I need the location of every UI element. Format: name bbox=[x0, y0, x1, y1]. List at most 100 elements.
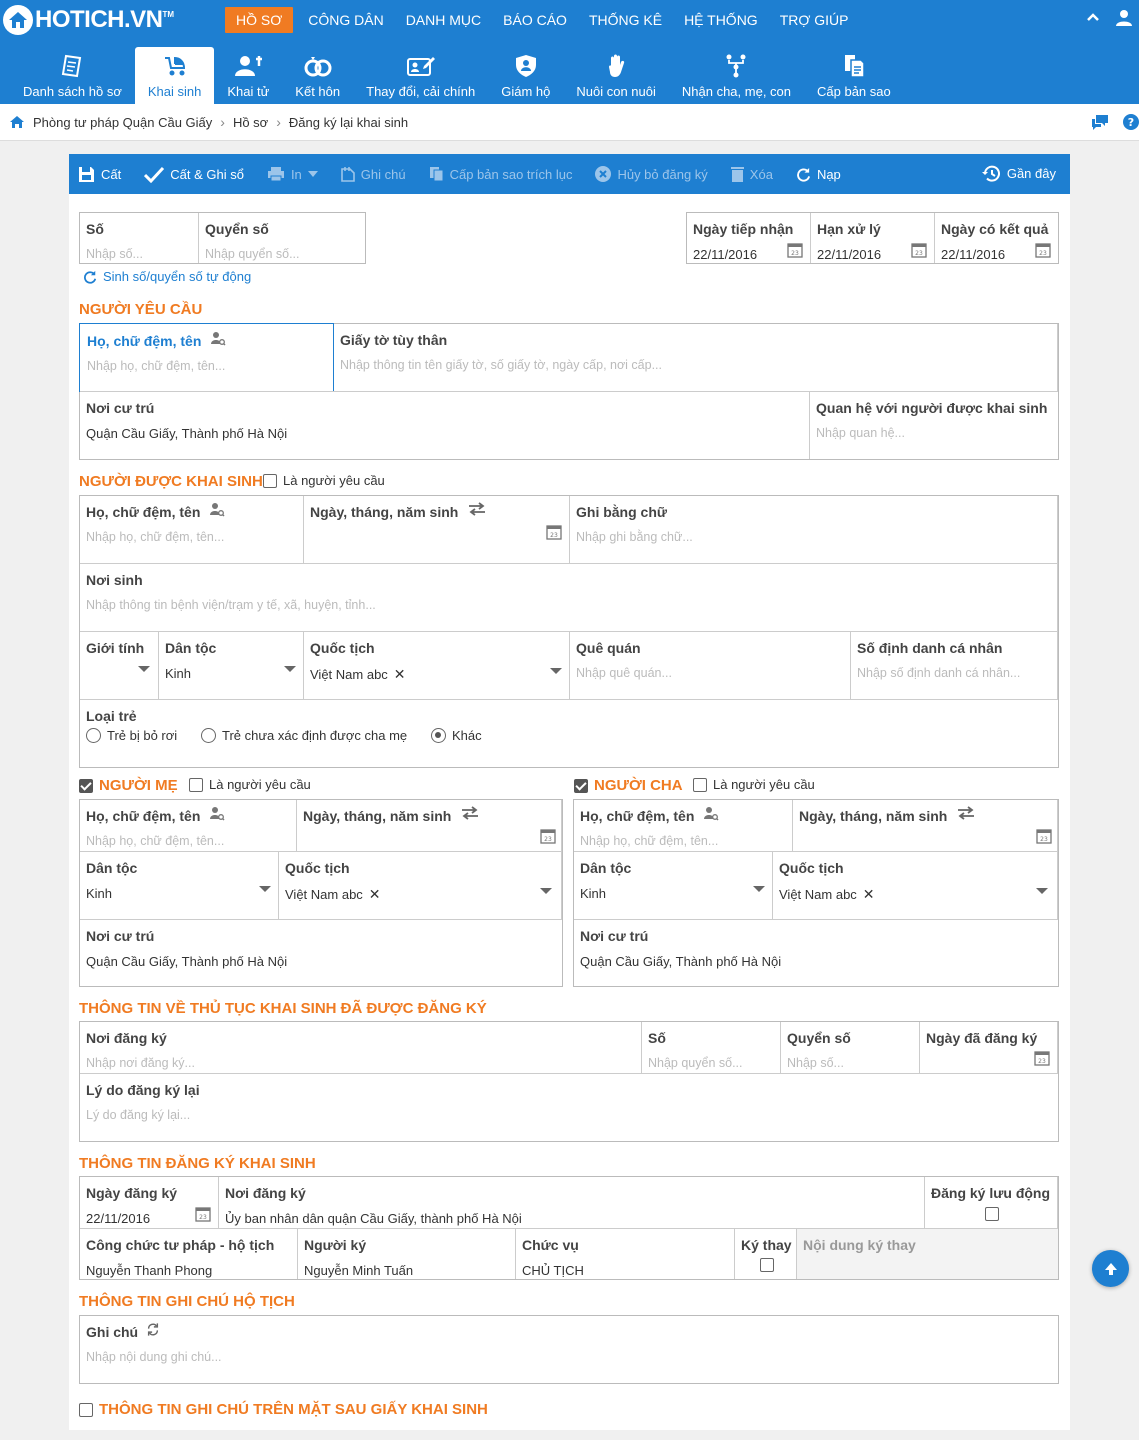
cancel-registration-button[interactable]: Hủy bỏ đăng ký bbox=[595, 166, 708, 182]
menu-tro-giup[interactable]: TRỢ GIÚP bbox=[769, 7, 860, 33]
chat-icon[interactable] bbox=[1091, 114, 1109, 130]
reg-place-field[interactable]: Nơi đăng ký Ủy ban nhân dân quận Cầu Giấ… bbox=[219, 1177, 925, 1228]
copy-extract-button[interactable]: Cấp bản sao trích lục bbox=[429, 166, 572, 182]
result-date-field[interactable]: Ngày có kết quả 22/11/2016 23 bbox=[935, 213, 1058, 263]
app-logo[interactable]: HOTICH.VN TM bbox=[3, 4, 225, 35]
child-personal-id-field[interactable]: Số định danh cá nhân Nhập số định danh c… bbox=[851, 632, 1058, 699]
auto-number-link[interactable]: Sinh số/quyển số tự động bbox=[83, 269, 251, 284]
child-is-requester-checkbox[interactable]: Là người yêu cầu bbox=[263, 473, 385, 488]
father-dob-field[interactable]: Ngày, tháng, năm sinh 23 bbox=[793, 800, 1058, 851]
tab-danh-sach-ho-so[interactable]: Danh sách hồ sơ bbox=[10, 39, 135, 104]
reg-position-field[interactable]: Chức vụ CHỦ TỊCH bbox=[516, 1229, 735, 1279]
tab-nhan-cha-me-con[interactable]: Nhận cha, mẹ, con bbox=[669, 39, 804, 104]
mother-section-toggle[interactable]: NGƯỜI MẸ bbox=[79, 777, 178, 794]
father-section-toggle[interactable]: NGƯỜI CHA bbox=[574, 777, 683, 794]
requester-id-field[interactable]: Giấy tờ tùy thân Nhập thông tin tên giấy… bbox=[334, 324, 1058, 391]
tab-khai-tu[interactable]: Khai tử bbox=[214, 39, 282, 104]
tab-nuoi-con-nuoi[interactable]: Nuôi con nuôi bbox=[563, 39, 669, 104]
prior-number-field[interactable]: Số Nhập quyển số... bbox=[642, 1022, 781, 1073]
reg-signer-field[interactable]: Người ký Nguyễn Minh Tuấn bbox=[298, 1229, 516, 1279]
swap-icon[interactable] bbox=[461, 806, 479, 820]
checkbox[interactable] bbox=[79, 778, 93, 793]
checkbox[interactable] bbox=[79, 1402, 93, 1417]
deadline-field[interactable]: Hạn xử lý 22/11/2016 23 bbox=[811, 213, 935, 263]
mother-name-field[interactable]: Họ, chữ đệm, tên Nhập họ, chữ đệm, tên..… bbox=[80, 800, 297, 851]
mother-dob-field[interactable]: Ngày, tháng, năm sinh 23 bbox=[297, 800, 562, 851]
menu-danh-muc[interactable]: DANH MỤC bbox=[395, 7, 492, 33]
menu-bao-cao[interactable]: BÁO CÁO bbox=[492, 7, 578, 33]
so-field[interactable]: Số Nhập số... bbox=[80, 213, 199, 263]
child-ethnicity-select[interactable]: Dân tộc Kinh bbox=[159, 632, 304, 699]
calendar-icon[interactable]: 23 bbox=[1034, 1050, 1050, 1066]
tab-ket-hon[interactable]: Kết hôn bbox=[282, 39, 353, 104]
checkbox[interactable] bbox=[189, 777, 203, 792]
calendar-icon[interactable]: 23 bbox=[540, 828, 556, 844]
reg-date-field[interactable]: Ngày đăng ký 22/11/2016 23 bbox=[80, 1177, 219, 1228]
quyen-so-field[interactable]: Quyển số Nhập quyển số... bbox=[199, 213, 365, 263]
menu-he-thong[interactable]: HỆ THỐNG bbox=[673, 7, 769, 33]
notes-field[interactable]: Ghi chú Nhập nội dung ghi chú... bbox=[80, 1316, 1058, 1383]
child-dob-field[interactable]: Ngày, tháng, năm sinh 23 bbox=[304, 496, 570, 563]
child-name-field[interactable]: Họ, chữ đệm, tên Nhập họ, chữ đệm, tên..… bbox=[80, 496, 304, 563]
child-dob-words-field[interactable]: Ghi bằng chữ Nhập ghi bằng chữ... bbox=[570, 496, 1058, 563]
user-icon[interactable] bbox=[1115, 9, 1133, 27]
home-icon[interactable] bbox=[9, 115, 25, 129]
scroll-to-top-button[interactable] bbox=[1092, 1250, 1129, 1287]
recent-button[interactable]: Gần đây bbox=[981, 165, 1056, 182]
requester-address-field[interactable]: Nơi cư trú Quận Cầu Giấy, Thành phố Hà N… bbox=[80, 392, 810, 459]
reg-officer-field[interactable]: Công chức tư pháp - hộ tịch Nguyễn Thanh… bbox=[80, 1229, 298, 1279]
requester-relation-field[interactable]: Quan hệ với người được khai sinh Nhập qu… bbox=[810, 392, 1058, 459]
person-search-icon[interactable] bbox=[209, 502, 225, 518]
child-nationality-select[interactable]: Quốc tịch Việt Nam abc ✕ bbox=[304, 632, 570, 699]
checkbox[interactable] bbox=[263, 473, 277, 488]
help-icon[interactable]: ? bbox=[1123, 114, 1139, 130]
radio-undetermined-parents[interactable]: Trẻ chưa xác định được cha mẹ bbox=[201, 728, 407, 743]
menu-ho-so[interactable]: HỒ SƠ bbox=[225, 6, 294, 33]
remove-tag-icon[interactable]: ✕ bbox=[863, 886, 875, 902]
calendar-icon[interactable]: 23 bbox=[1036, 828, 1052, 844]
checkbox[interactable] bbox=[693, 777, 707, 792]
tab-khai-sinh[interactable]: Khai sinh bbox=[134, 47, 215, 104]
radio-abandoned[interactable]: Trẻ bị bỏ rơi bbox=[86, 728, 177, 743]
requester-name-field[interactable]: Họ, chữ đệm, tên Nhập họ, chữ đệm, tên..… bbox=[79, 323, 334, 392]
person-search-icon[interactable] bbox=[209, 806, 225, 822]
father-nationality-select[interactable]: Quốc tịch Việt Nam abc ✕ bbox=[773, 852, 1058, 919]
person-search-icon[interactable] bbox=[210, 331, 226, 347]
menu-cong-dan[interactable]: CÔNG DÂN bbox=[297, 7, 394, 33]
note-button[interactable]: Ghi chú bbox=[340, 166, 406, 182]
remove-tag-icon[interactable]: ✕ bbox=[394, 666, 406, 682]
mobile-registration-checkbox[interactable] bbox=[985, 1207, 999, 1221]
calendar-icon[interactable]: 23 bbox=[546, 524, 562, 540]
tab-cap-ban-sao[interactable]: Cấp bản sao bbox=[804, 39, 904, 104]
checkbox[interactable] bbox=[574, 778, 588, 793]
menu-thong-ke[interactable]: THỐNG KÊ bbox=[578, 7, 673, 33]
prior-place-field[interactable]: Nơi đăng ký Nhập nơi đăng ký... bbox=[80, 1022, 642, 1073]
mother-is-requester-checkbox[interactable]: Là người yêu cầu bbox=[189, 777, 311, 792]
swap-icon[interactable] bbox=[957, 806, 975, 820]
sync-icon[interactable] bbox=[146, 1322, 160, 1337]
chevron-up-icon[interactable] bbox=[1085, 9, 1101, 25]
child-gender-select[interactable]: Giới tính bbox=[80, 632, 159, 699]
print-button[interactable]: In bbox=[267, 166, 318, 182]
father-address-field[interactable]: Nơi cư trú Quận Cầu Giấy, Thành phố Hà N… bbox=[574, 920, 1058, 986]
mother-address-field[interactable]: Nơi cư trú Quận Cầu Giấy, Thành phố Hà N… bbox=[80, 920, 562, 986]
reload-button[interactable]: Nạp bbox=[796, 167, 841, 182]
calendar-icon[interactable]: 23 bbox=[787, 242, 803, 258]
delete-button[interactable]: Xóa bbox=[730, 166, 773, 182]
save-and-record-button[interactable]: Cất & Ghi sổ bbox=[144, 166, 244, 183]
child-birthplace-field[interactable]: Nơi sinh Nhập thông tin bệnh viện/trạm y… bbox=[80, 564, 1058, 631]
prior-book-field[interactable]: Quyển số Nhập số... bbox=[781, 1022, 920, 1073]
proxy-sign-checkbox[interactable] bbox=[760, 1258, 774, 1272]
save-button[interactable]: Cất bbox=[78, 166, 121, 183]
breadcrumb-ho-so[interactable]: Hồ sơ bbox=[233, 115, 268, 130]
calendar-icon[interactable]: 23 bbox=[195, 1206, 211, 1222]
remove-tag-icon[interactable]: ✕ bbox=[369, 886, 381, 902]
calendar-icon[interactable]: 23 bbox=[911, 242, 927, 258]
prior-date-field[interactable]: Ngày đã đăng ký 23 bbox=[920, 1022, 1058, 1073]
calendar-icon[interactable]: 23 bbox=[1035, 242, 1051, 258]
breadcrumb-office[interactable]: Phòng tư pháp Quận Cầu Giấy bbox=[33, 115, 212, 130]
mother-nationality-select[interactable]: Quốc tịch Việt Nam abc ✕ bbox=[279, 852, 562, 919]
mother-ethnicity-select[interactable]: Dân tộc Kinh bbox=[80, 852, 279, 919]
received-date-field[interactable]: Ngày tiếp nhận 22/11/2016 23 bbox=[687, 213, 811, 263]
tab-thay-doi-cai-chinh[interactable]: Thay đổi, cải chính bbox=[353, 39, 488, 104]
